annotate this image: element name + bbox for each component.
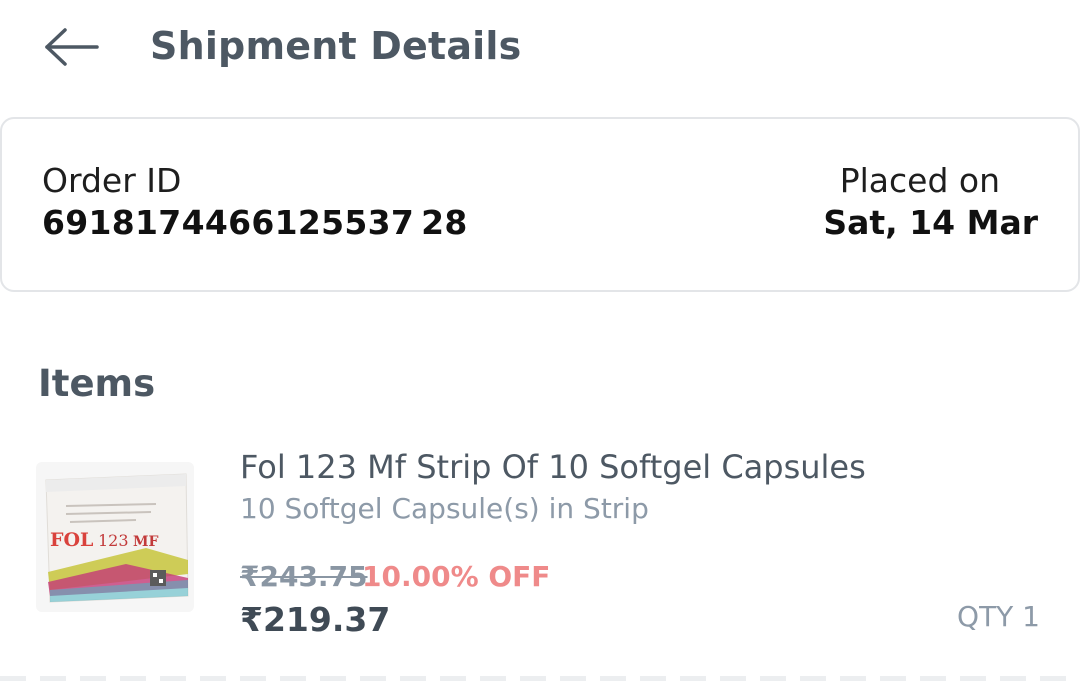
svg-text:MF: MF	[133, 534, 158, 550]
item-pack-size: 10 Softgel Capsule(s) in Strip	[240, 492, 649, 525]
item-discount: 10.00% OFF	[362, 560, 551, 593]
product-box-image: FOL 123 MF	[36, 462, 194, 612]
back-button[interactable]	[36, 22, 106, 72]
items-heading: Items	[38, 362, 156, 405]
placed-on-label: Placed on	[839, 161, 1000, 200]
divider	[0, 676, 1080, 681]
item-mrp: ₹243.75	[240, 560, 368, 593]
svg-text:123: 123	[98, 531, 129, 550]
app-header: Shipment Details	[0, 0, 1080, 100]
order-id-value: 6918174466125537 28	[42, 203, 468, 242]
item-name: Fol 123 Mf Strip Of 10 Softgel Capsules	[240, 448, 866, 486]
item-price: ₹219.37	[240, 600, 391, 639]
item-quantity: QTY 1	[957, 600, 1040, 633]
order-id-label: Order ID	[42, 161, 182, 200]
order-summary-card: Order ID 6918174466125537 28 Placed on S…	[0, 117, 1080, 292]
svg-text:FOL: FOL	[50, 529, 93, 551]
arrow-left-icon	[45, 28, 99, 66]
page-title: Shipment Details	[150, 24, 522, 68]
placed-on-value: Sat, 14 Mar	[823, 203, 1038, 242]
list-item[interactable]: FOL 123 MF Fol 123 Mf Strip Of 10 Softge…	[0, 440, 1080, 660]
